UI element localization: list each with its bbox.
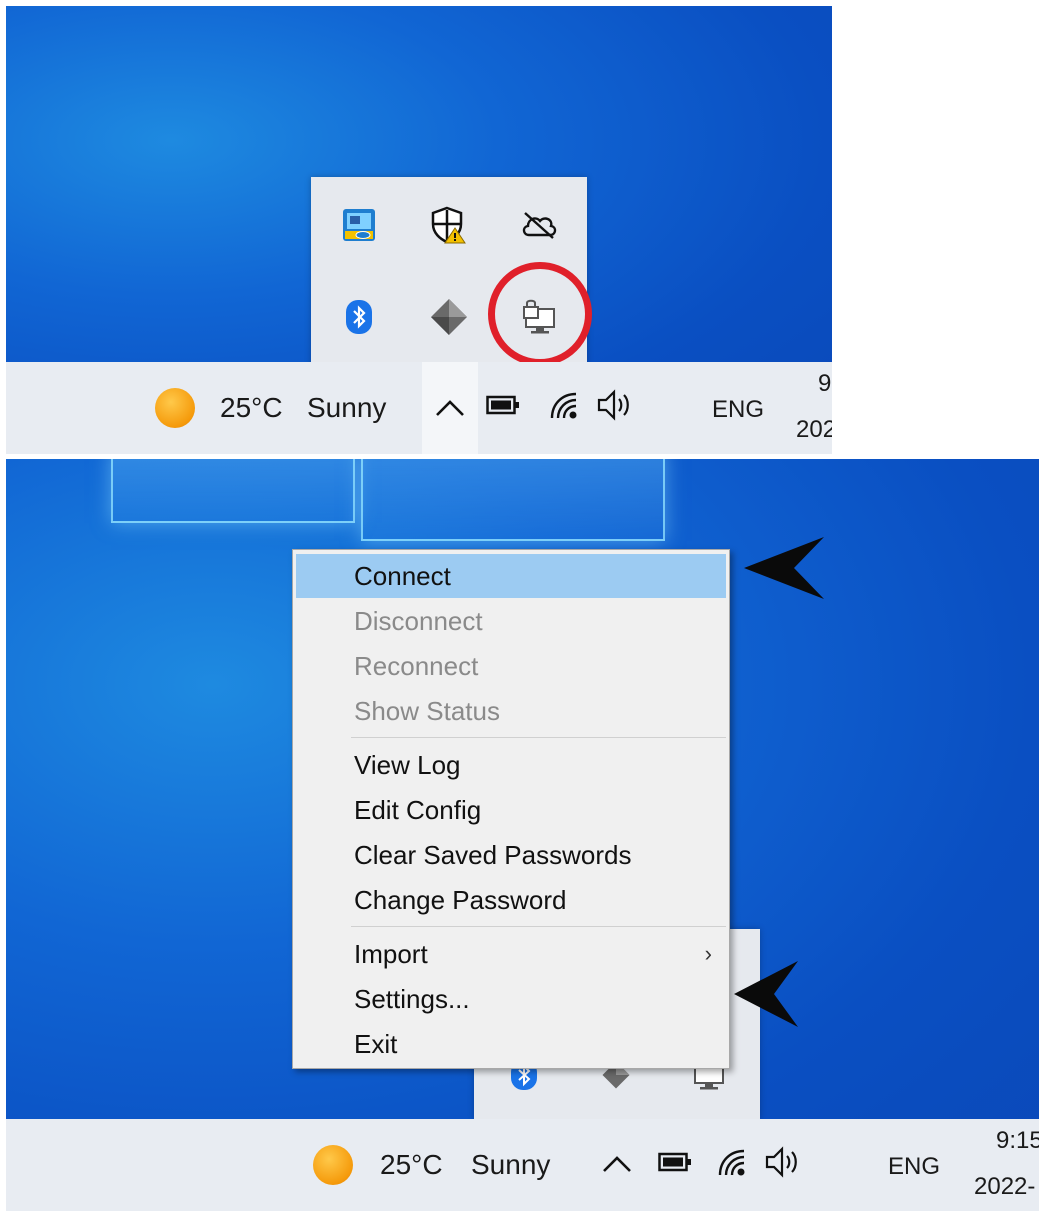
menu-item-disconnect: Disconnect: [354, 606, 483, 636]
weather-sun-icon[interactable]: [313, 1145, 353, 1185]
wifi-icon[interactable]: [716, 1147, 748, 1179]
windows-logo-pane: [111, 459, 355, 523]
volume-icon[interactable]: [596, 388, 636, 422]
clock-date[interactable]: 202: [796, 416, 832, 444]
weather-condition[interactable]: Sunny: [307, 392, 386, 424]
weather-temperature[interactable]: 25°C: [220, 392, 283, 424]
windows-logo-pane: [361, 459, 665, 541]
highlight-ring: [488, 262, 592, 366]
battery-icon[interactable]: [658, 1151, 692, 1173]
chevron-up-icon: [603, 1156, 631, 1172]
security-warning-icon[interactable]: [427, 203, 471, 247]
show-hidden-icons-button[interactable]: [602, 1155, 632, 1173]
screenshot-panel-bottom: Connect Disconnect Reconnect Show Status…: [6, 459, 1039, 1211]
annotation-arrow-icon: [734, 961, 798, 1027]
menu-separator: [351, 737, 726, 738]
weather-condition[interactable]: Sunny: [471, 1149, 550, 1181]
input-language[interactable]: ENG: [888, 1153, 940, 1181]
wifi-icon[interactable]: [548, 390, 580, 422]
battery-icon[interactable]: [486, 394, 520, 416]
input-language[interactable]: ENG: [712, 396, 764, 424]
openvpn-context-menu: Connect Disconnect Reconnect Show Status…: [292, 549, 730, 1069]
menu-item-view-log[interactable]: View Log: [296, 743, 726, 787]
menu-item-connect[interactable]: Connect: [296, 554, 726, 598]
onedrive-offline-icon[interactable]: [517, 203, 561, 247]
menu-item-change-password[interactable]: Change Password: [296, 878, 726, 922]
menu-item-exit[interactable]: Exit: [296, 1022, 726, 1066]
clock-time[interactable]: 9: [818, 370, 831, 398]
intel-graphics-icon[interactable]: [337, 203, 381, 247]
clock-date[interactable]: 2022-: [974, 1173, 1035, 1201]
menu-item-clear-saved-passwords[interactable]: Clear Saved Passwords: [296, 833, 726, 877]
clock-time[interactable]: 9:15: [996, 1127, 1039, 1155]
menu-item-reconnect: Reconnect: [354, 651, 479, 681]
chevron-up-icon: [436, 400, 464, 416]
annotation-arrow-icon: [744, 537, 824, 599]
diamond-app-icon[interactable]: [427, 295, 471, 339]
taskbar: 25°C Sunny ENG 9:15 2022-: [6, 1119, 1039, 1211]
show-hidden-icons-button[interactable]: [422, 362, 478, 454]
menu-item-import[interactable]: Import ›: [296, 932, 726, 976]
weather-sun-icon[interactable]: [155, 388, 195, 428]
screenshot-panel-top: 25°C Sunny ENG 9 202: [6, 6, 832, 454]
weather-temperature[interactable]: 25°C: [380, 1149, 443, 1181]
chevron-right-icon: ›: [704, 941, 712, 966]
bluetooth-icon[interactable]: [337, 295, 381, 339]
taskbar: 25°C Sunny ENG 9 202: [6, 362, 832, 454]
menu-item-settings[interactable]: Settings...: [296, 977, 726, 1021]
menu-item-import-label: Import: [354, 939, 428, 969]
menu-item-edit-config[interactable]: Edit Config: [296, 788, 726, 832]
menu-separator: [351, 926, 726, 927]
volume-icon[interactable]: [764, 1145, 804, 1179]
menu-item-show-status: Show Status: [354, 696, 500, 726]
